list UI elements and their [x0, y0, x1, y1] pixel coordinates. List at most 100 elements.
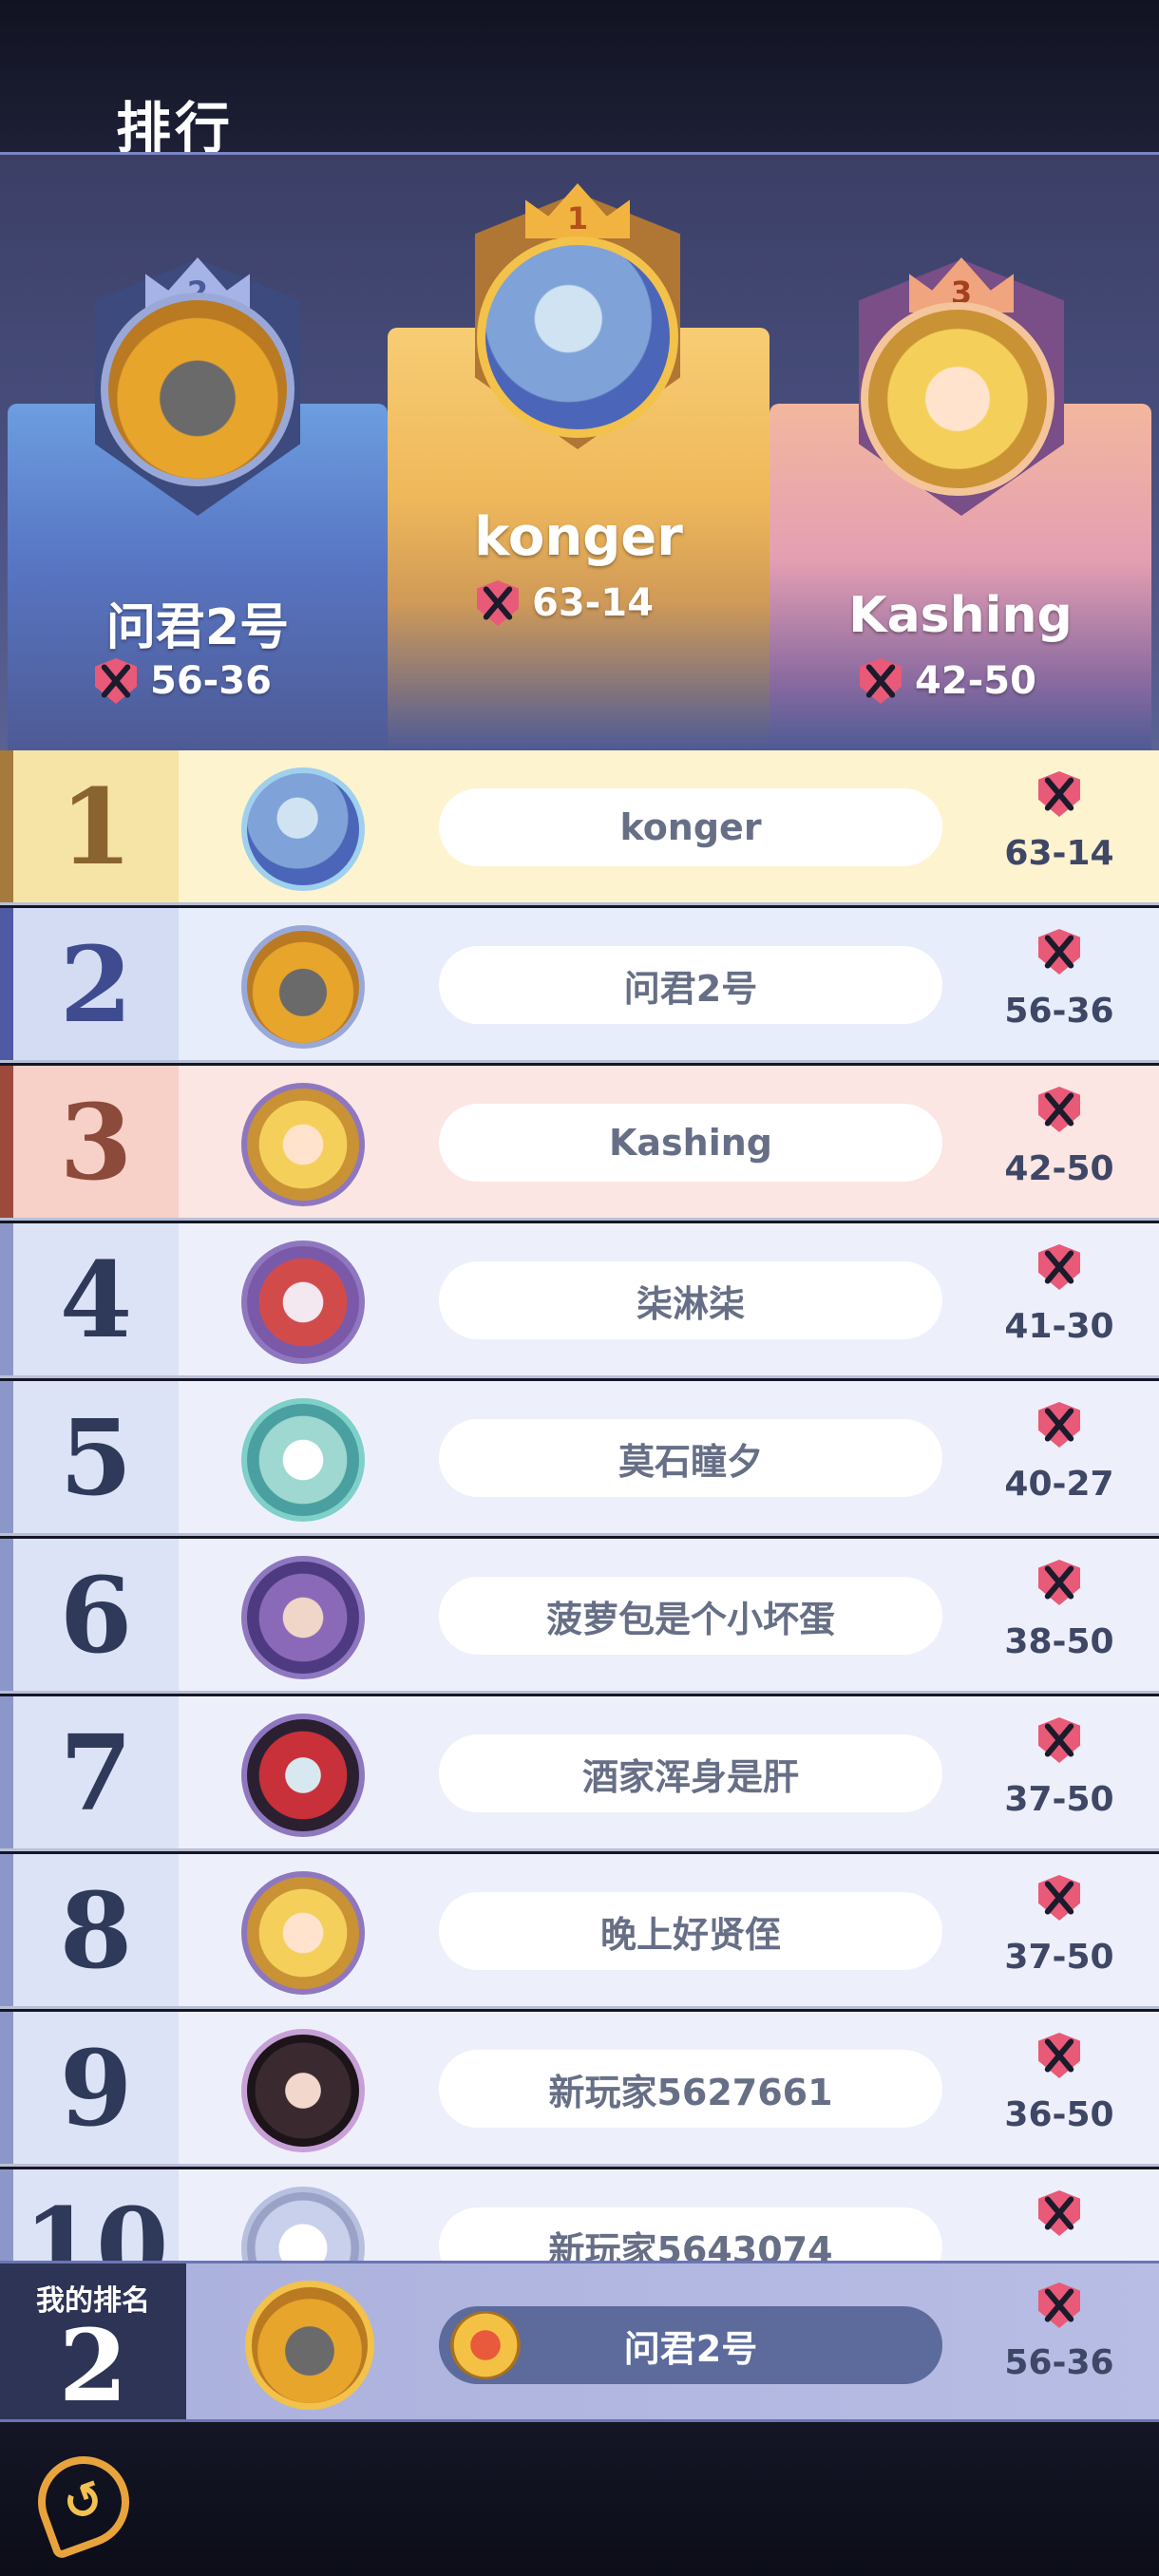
- medal-icon: [450, 2311, 521, 2379]
- score-value: 41-30: [1004, 1307, 1114, 1346]
- podium-avatar-second[interactable]: [101, 293, 294, 486]
- crossed-swords-icon: [1038, 2282, 1080, 2328]
- my-score: 56-36: [988, 2282, 1130, 2382]
- ranking-row[interactable]: 5 莫石瞳夕 40-27: [0, 1381, 1159, 1536]
- score-value: 36-50: [1004, 2095, 1114, 2134]
- crossed-swords-icon: [1038, 2190, 1080, 2236]
- player-name[interactable]: 晚上好贤侄: [439, 1892, 942, 1970]
- player-name[interactable]: 莫石瞳夕: [439, 1419, 942, 1497]
- rank-number: 6: [59, 1553, 133, 1676]
- player-avatar[interactable]: [241, 1714, 365, 1837]
- crossed-swords-icon: [477, 580, 519, 626]
- player-avatar[interactable]: [241, 1556, 365, 1679]
- player-avatar[interactable]: [241, 2029, 365, 2152]
- rank-bar: [0, 908, 13, 1060]
- rank-bar: [0, 750, 13, 902]
- player-name[interactable]: 柒淋柒: [439, 1261, 942, 1339]
- ranking-row[interactable]: 6 菠萝包是个小坏蛋 38-50: [0, 1539, 1159, 1694]
- player-score: 41-30: [988, 1235, 1130, 1368]
- player-avatar[interactable]: [241, 925, 365, 1049]
- player-name[interactable]: 问君2号: [439, 946, 942, 1024]
- rank-number: 10: [23, 2184, 169, 2262]
- rank-bar: [0, 1066, 13, 1218]
- score-value: 63-14: [1004, 834, 1114, 873]
- player-avatar[interactable]: [241, 1398, 365, 1522]
- ranking-row[interactable]: 8 晚上好贤侄 37-50: [0, 1854, 1159, 2009]
- crossed-swords-icon: [1038, 1087, 1080, 1132]
- score-value: 38-50: [1004, 1622, 1114, 1661]
- player-score: 40-27: [988, 1392, 1130, 1525]
- rank-bar: [0, 1381, 13, 1533]
- podium-name-third: Kashing: [848, 587, 1073, 644]
- my-rank-number: 2: [58, 2307, 128, 2424]
- player-score: 37-50: [988, 1866, 1130, 1998]
- player-score: 36-50: [988, 2023, 1130, 2156]
- ranking-row[interactable]: 1 konger 63-14: [0, 750, 1159, 905]
- ranking-row[interactable]: 2 问君2号 56-36: [0, 908, 1159, 1063]
- ranking-row[interactable]: 9 新玩家5627661 36-50: [0, 2012, 1159, 2167]
- ranking-row[interactable]: 10 新玩家5643074: [0, 2169, 1159, 2261]
- podium-score-second: 56-36: [95, 658, 272, 704]
- rank-bar: [0, 2169, 13, 2261]
- player-name[interactable]: 新玩家5643074: [439, 2207, 942, 2261]
- podium-avatar-first[interactable]: [477, 237, 678, 438]
- score-value: 37-50: [1004, 1780, 1114, 1819]
- podium-avatar-third[interactable]: [861, 302, 1054, 496]
- score-value: 37-50: [1004, 1938, 1114, 1977]
- player-score: 56-36: [988, 919, 1130, 1052]
- score-value: 40-27: [1004, 1465, 1114, 1504]
- player-name[interactable]: 酒家浑身是肝: [439, 1734, 942, 1812]
- player-name[interactable]: 菠萝包是个小坏蛋: [439, 1577, 942, 1655]
- crossed-swords-icon: [1038, 1875, 1080, 1921]
- crossed-swords-icon: [1038, 1402, 1080, 1448]
- rank-number: 8: [59, 1868, 133, 1992]
- player-score: 63-14: [988, 762, 1130, 895]
- player-score: 38-50: [988, 1550, 1130, 1683]
- rank-bar: [0, 1854, 13, 2006]
- podium: 2 问君2号 56-36 1 konger 63-14 3 Kashing 42…: [0, 152, 1159, 750]
- player-score: [988, 2181, 1130, 2261]
- player-avatar[interactable]: [241, 1083, 365, 1206]
- my-avatar[interactable]: [245, 2281, 374, 2410]
- score-value: 56-36: [1004, 992, 1114, 1031]
- podium-score-value-third: 42-50: [915, 659, 1036, 703]
- ranking-row[interactable]: 4 柒淋柒 41-30: [0, 1223, 1159, 1378]
- podium-name-first: konger: [474, 506, 683, 568]
- rank-number: 1: [59, 765, 133, 888]
- podium-score-value-first: 63-14: [532, 581, 654, 625]
- ranking-list[interactable]: 1 konger 63-14 2 问君2号 56-36 3 Kashing 42…: [0, 750, 1159, 2261]
- rank-bar: [0, 1696, 13, 1848]
- ranking-row[interactable]: 7 酒家浑身是肝 37-50: [0, 1696, 1159, 1851]
- crossed-swords-icon: [95, 658, 137, 704]
- player-name[interactable]: 新玩家5627661: [439, 2050, 942, 2128]
- podium-score-third: 42-50: [860, 658, 1036, 704]
- player-name[interactable]: konger: [439, 788, 942, 866]
- player-name[interactable]: Kashing: [439, 1104, 942, 1182]
- my-rank-bar[interactable]: 我的排名 2 问君2号 56-36: [0, 2261, 1159, 2422]
- crossed-swords-icon: [1038, 1717, 1080, 1763]
- crossed-swords-icon: [1038, 2033, 1080, 2078]
- rank-bar: [0, 1223, 13, 1375]
- player-avatar[interactable]: [241, 767, 365, 891]
- rank-number: 3: [59, 1080, 133, 1203]
- crossed-swords-icon: [860, 658, 902, 704]
- rank-number: 2: [59, 922, 133, 1046]
- score-value: 42-50: [1004, 1149, 1114, 1188]
- top-bar: 排行: [0, 0, 1159, 161]
- player-score: 37-50: [988, 1708, 1130, 1841]
- podium-score-first: 63-14: [477, 580, 654, 626]
- my-score-value: 56-36: [1004, 2343, 1114, 2382]
- podium-name-second: 问君2号: [105, 599, 290, 656]
- player-avatar[interactable]: [241, 1241, 365, 1364]
- rank-number: 4: [59, 1238, 133, 1361]
- rank-bar: [0, 1539, 13, 1691]
- rank-number: 5: [59, 1395, 133, 1519]
- player-avatar[interactable]: [241, 2187, 365, 2261]
- my-rank-label-box: 我的排名 2: [0, 2263, 186, 2419]
- bottom-bar: [0, 2422, 1159, 2576]
- rank-bar: [0, 2012, 13, 2164]
- ranking-row[interactable]: 3 Kashing 42-50: [0, 1066, 1159, 1221]
- player-avatar[interactable]: [241, 1871, 365, 1995]
- podium-score-value-second: 56-36: [150, 659, 272, 703]
- crossed-swords-icon: [1038, 929, 1080, 975]
